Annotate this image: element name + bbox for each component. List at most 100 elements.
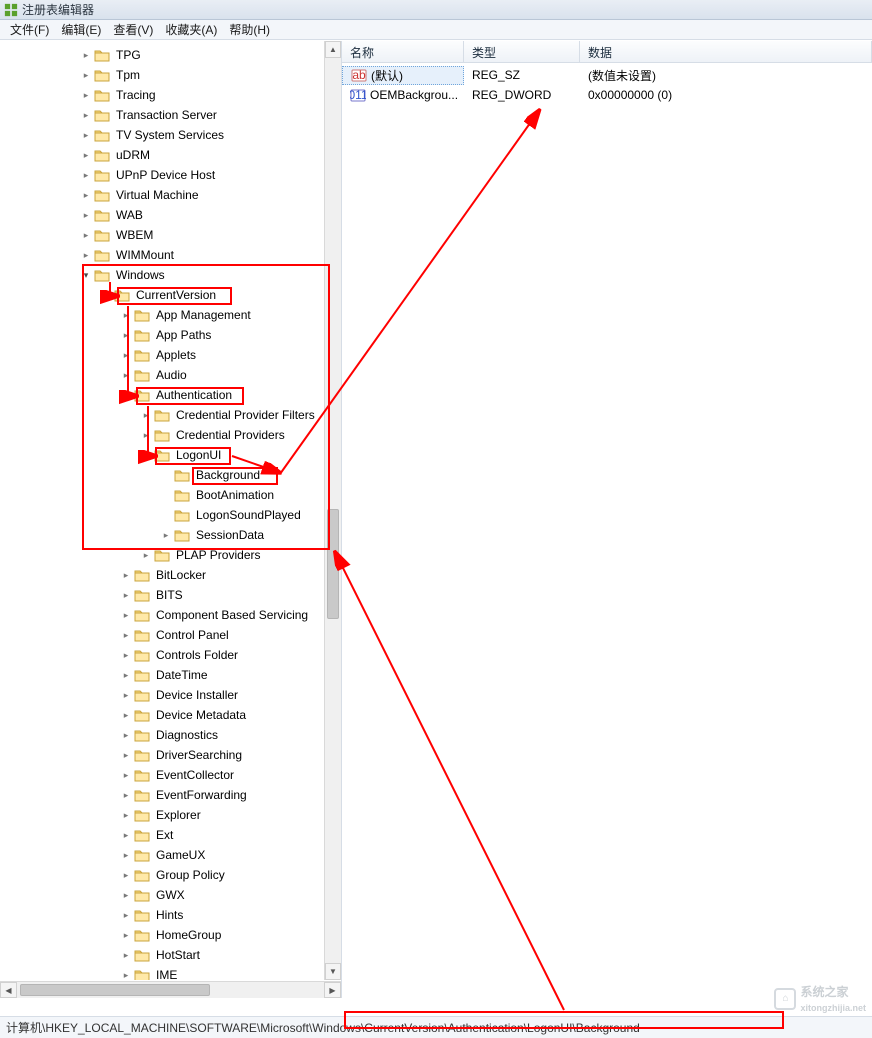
value-row[interactable]: 011OEMBackgrou...REG_DWORD0x00000000 (0): [342, 85, 872, 105]
menu-help[interactable]: 帮助(H): [223, 19, 276, 40]
expand-icon[interactable]: ▸: [80, 49, 92, 61]
menu-file[interactable]: 文件(F): [4, 19, 55, 40]
statusbar-path-prefix: 计算机\HKEY_LOCAL_MACHINE\SOFTWARE\Microsof…: [6, 1019, 312, 1036]
expand-icon[interactable]: ▸: [120, 909, 132, 921]
tree-node[interactable]: ▸IME: [0, 965, 323, 980]
expand-icon[interactable]: ▸: [120, 689, 132, 701]
tree-node[interactable]: ▸Diagnostics: [0, 725, 323, 745]
expand-icon[interactable]: ▸: [80, 129, 92, 141]
tree-node[interactable]: ▸Tracing: [0, 85, 323, 105]
tree-node-label: Tpm: [114, 68, 142, 82]
tree-node[interactable]: ▸EventCollector: [0, 765, 323, 785]
tree-node-label: Group Policy: [154, 868, 227, 882]
menu-favorites[interactable]: 收藏夹(A): [159, 19, 223, 40]
expand-icon[interactable]: ▸: [120, 609, 132, 621]
expand-icon[interactable]: ▸: [120, 849, 132, 861]
value-row[interactable]: ab(默认)REG_SZ(数值未设置): [342, 65, 872, 85]
expand-icon[interactable]: ▸: [120, 869, 132, 881]
expand-icon[interactable]: ▸: [120, 749, 132, 761]
tree-node[interactable]: ▸ EventForwarding: [0, 785, 323, 805]
annotation-box: [82, 264, 330, 550]
expand-icon[interactable]: ▸: [120, 729, 132, 741]
tree-node[interactable]: ▸ WBEM: [0, 225, 323, 245]
tree-node[interactable]: ▸Control Panel: [0, 625, 323, 645]
expand-icon[interactable]: ▸: [80, 89, 92, 101]
expand-icon[interactable]: ▸: [120, 889, 132, 901]
expand-icon[interactable]: ▸: [80, 69, 92, 81]
column-name[interactable]: 名称: [342, 41, 464, 62]
tree-node[interactable]: ▸WAB: [0, 205, 323, 225]
menu-view[interactable]: 查看(V): [107, 19, 159, 40]
expand-icon[interactable]: ▸: [120, 829, 132, 841]
expand-icon[interactable]: ▸: [120, 589, 132, 601]
scroll-thumb-h[interactable]: [20, 984, 210, 996]
tree-node[interactable]: ▸HomeGroup: [0, 925, 323, 945]
tree-node[interactable]: ▸uDRM: [0, 145, 323, 165]
expand-icon[interactable]: ▸: [140, 549, 152, 561]
expand-icon[interactable]: ▸: [120, 569, 132, 581]
expand-icon[interactable]: ▸: [80, 189, 92, 201]
tree-node[interactable]: ▸GameUX: [0, 845, 323, 865]
tree-node[interactable]: ▸GWX: [0, 885, 323, 905]
tree-node[interactable]: ▸ Tpm: [0, 65, 323, 85]
tree-node[interactable]: ▸Device Metadata: [0, 705, 323, 725]
expand-icon[interactable]: ▸: [120, 709, 132, 721]
expand-icon[interactable]: ▸: [120, 949, 132, 961]
scroll-right-icon[interactable]: ▶: [324, 982, 341, 998]
expand-icon[interactable]: ▸: [120, 769, 132, 781]
folder-icon: [94, 188, 110, 202]
expand-icon[interactable]: ▸: [120, 649, 132, 661]
tree-horizontal-scrollbar[interactable]: ◀ ▶: [0, 981, 341, 998]
tree-node[interactable]: ▸DateTime: [0, 665, 323, 685]
tree-node[interactable]: ▸Hints: [0, 905, 323, 925]
expand-icon[interactable]: ▸: [120, 929, 132, 941]
expand-icon[interactable]: ▸: [80, 249, 92, 261]
expand-icon[interactable]: ▸: [120, 629, 132, 641]
tree-node[interactable]: ▸Component Based Servicing: [0, 605, 323, 625]
column-type[interactable]: 类型: [464, 41, 580, 62]
expand-icon[interactable]: ▸: [80, 229, 92, 241]
string-value-icon: ab: [351, 67, 367, 83]
scroll-left-icon[interactable]: ◀: [0, 982, 17, 998]
tree-node-label: Controls Folder: [154, 648, 240, 662]
expand-icon[interactable]: ▸: [120, 669, 132, 681]
tree-node[interactable]: ▸BitLocker: [0, 565, 323, 585]
tree-node-label: EventForwarding: [154, 788, 249, 802]
folder-icon: [134, 788, 150, 802]
expand-icon[interactable]: ▸: [80, 149, 92, 161]
tree-node[interactable]: ▸TPG: [0, 45, 323, 65]
scroll-down-icon[interactable]: ▼: [325, 963, 341, 980]
expand-icon[interactable]: ▸: [120, 809, 132, 821]
tree-node[interactable]: ▸Device Installer: [0, 685, 323, 705]
tree-node-label: WBEM: [114, 228, 155, 242]
expand-icon[interactable]: ▸: [80, 209, 92, 221]
tree-node[interactable]: ▸ Group Policy: [0, 865, 323, 885]
tree-node-label: Virtual Machine: [114, 188, 201, 202]
menu-edit[interactable]: 编辑(E): [55, 19, 107, 40]
tree-node[interactable]: ▸Transaction Server: [0, 105, 323, 125]
tree-node[interactable]: ▸ Controls Folder: [0, 645, 323, 665]
tree-node[interactable]: ▸ HotStart: [0, 945, 323, 965]
expand-icon[interactable]: ▸: [120, 789, 132, 801]
scroll-up-icon[interactable]: ▲: [325, 41, 341, 58]
value-data: (数值未设置): [580, 67, 872, 84]
tree-node[interactable]: ▸BITS: [0, 585, 323, 605]
tree-node[interactable]: ▸DriverSearching: [0, 745, 323, 765]
column-data[interactable]: 数据: [580, 41, 872, 62]
expand-icon[interactable]: ▸: [80, 109, 92, 121]
annotation-box: [155, 447, 231, 465]
expand-icon[interactable]: ▸: [80, 169, 92, 181]
tree-node[interactable]: ▸UPnP Device Host: [0, 165, 323, 185]
folder-icon: [134, 928, 150, 942]
expand-icon[interactable]: ▸: [120, 969, 132, 980]
tree-node[interactable]: ▸WIMMount: [0, 245, 323, 265]
tree-node-label: HotStart: [154, 948, 202, 962]
tree-node[interactable]: ▸Ext: [0, 825, 323, 845]
tree-node[interactable]: ▸Explorer: [0, 805, 323, 825]
annotation-box: [192, 467, 278, 485]
folder-icon: [154, 548, 170, 562]
tree-node[interactable]: ▸ Virtual Machine: [0, 185, 323, 205]
folder-icon: [94, 168, 110, 182]
values-list[interactable]: ab(默认)REG_SZ(数值未设置)011OEMBackgrou...REG_…: [342, 63, 872, 105]
tree-node[interactable]: ▸TV System Services: [0, 125, 323, 145]
